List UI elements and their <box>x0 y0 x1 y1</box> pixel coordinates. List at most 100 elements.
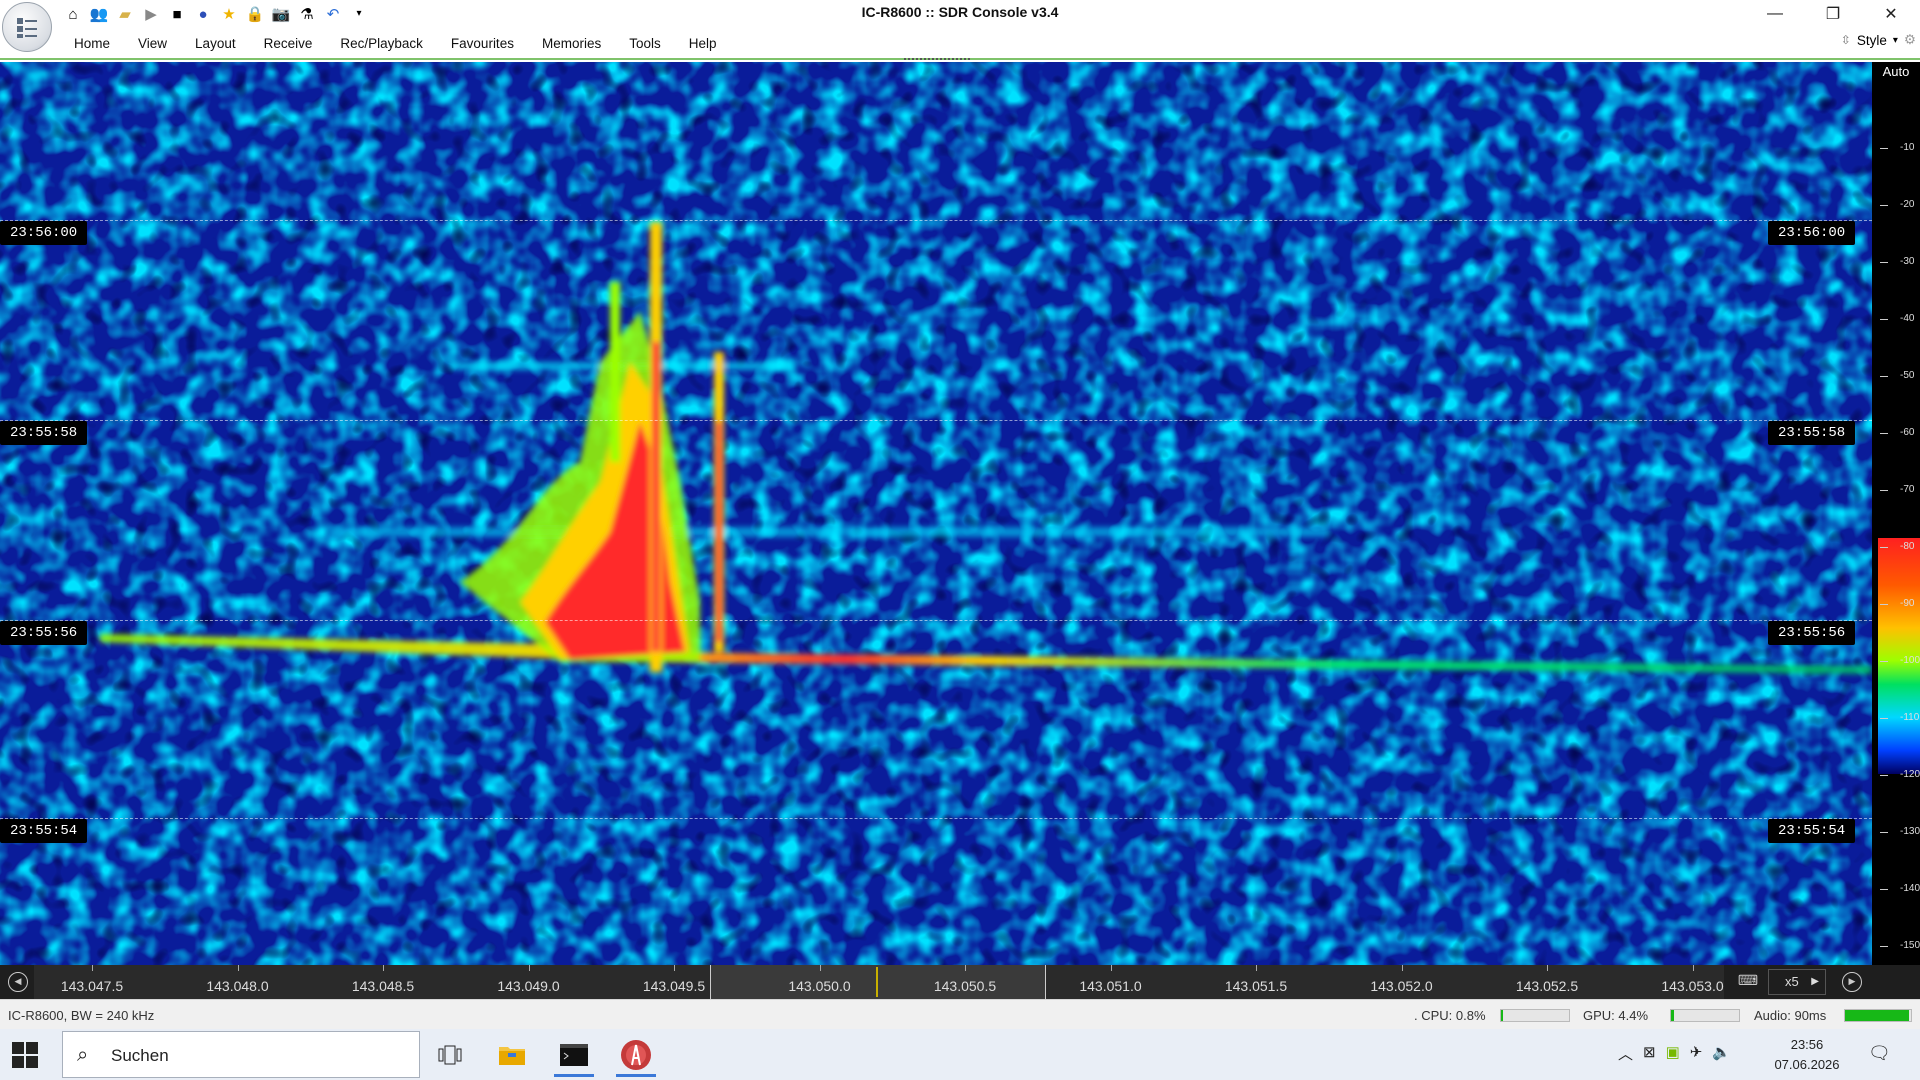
terminal-icon[interactable] <box>546 1032 602 1077</box>
db-tick-label: -150 <box>1900 940 1920 951</box>
audio-latency: Audio: 90ms <box>1754 1008 1827 1023</box>
search-icon: ⌕ <box>77 1044 89 1066</box>
db-tick-mark <box>1880 490 1888 491</box>
frequency-label: 143.052.0 <box>1370 978 1433 994</box>
menu-bar: Home View Layout Receive Rec/Playback Favouri… <box>0 28 1920 60</box>
zoom-select[interactable]: x5 ▶ <box>1768 969 1826 995</box>
style-area: ⇳ Style ▾ ⚙ <box>1841 32 1916 48</box>
menu-tab-tools[interactable]: Tools <box>615 33 675 55</box>
frequency-tick <box>1401 965 1403 971</box>
db-tick-label: -70 <box>1900 484 1915 495</box>
timestamp-label-right: 23:55:56 <box>1768 621 1856 645</box>
style-arrows-icon[interactable]: ⇳ <box>1841 33 1851 47</box>
frequency-label: 143.051.0 <box>1079 978 1142 994</box>
db-scale: Auto -10 -20 -30 -40 -50 -60 -70 -80 -90 -100 -110… <box>1872 62 1920 965</box>
scroll-right-icon[interactable]: ▶ <box>1842 972 1862 992</box>
windows-start-icon[interactable] <box>12 1042 38 1068</box>
db-tick-mark <box>1880 661 1888 662</box>
frequency-axis[interactable]: 143.047.5 143.048.0 143.048.5 143.049.0 143.… <box>34 965 1724 999</box>
chevron-up-icon[interactable]: ︿ <box>1618 1043 1633 1064</box>
db-tick-mark <box>1880 148 1888 149</box>
menu-tab-receive[interactable]: Receive <box>250 33 327 55</box>
waterfall-display[interactable] <box>0 62 1872 965</box>
timestamp-label-right: 23:55:54 <box>1768 819 1856 843</box>
frequency-tick <box>965 965 966 971</box>
chevron-down-icon[interactable]: ▾ <box>1893 35 1898 46</box>
menu-tab-help[interactable]: Help <box>675 33 731 55</box>
db-tick-mark <box>1880 433 1888 434</box>
db-tick-mark <box>1880 604 1888 605</box>
db-tick-label: -130 <box>1900 826 1920 837</box>
system-tray: ︿ ⊠ ▣ ✈ 🔈 <box>1618 1043 1731 1064</box>
frequency-label: 143.053.0 <box>1661 978 1724 994</box>
menu-tab-layout[interactable]: Layout <box>181 33 250 55</box>
style-label[interactable]: Style <box>1857 33 1887 48</box>
minimize-icon[interactable]: — <box>1746 0 1804 28</box>
db-tick-label: -20 <box>1900 199 1915 210</box>
close-icon[interactable]: ✕ <box>1862 0 1920 28</box>
zoom-arrow-icon: ▶ <box>1811 976 1819 987</box>
notification-icon[interactable]: 🗨 <box>1868 1043 1891 1064</box>
menu-tabs: Home View Layout Receive Rec/Playback Favouri… <box>60 33 731 55</box>
db-tick-label: -90 <box>1900 598 1915 609</box>
taskbar-clock[interactable]: 23:56 07.06.2026 <box>1770 1035 1844 1075</box>
time-grid-line <box>0 420 1872 421</box>
auto-scale-button[interactable]: Auto <box>1872 64 1920 79</box>
frequency-label: 143.050.5 <box>933 978 997 994</box>
task-view-icon[interactable] <box>422 1032 478 1077</box>
keyboard-icon[interactable]: ⌨ <box>1734 972 1762 992</box>
db-tick-label: -50 <box>1900 370 1915 381</box>
frequency-tick <box>674 965 675 971</box>
sdr-console-icon[interactable] <box>608 1032 664 1077</box>
db-tick-label: -30 <box>1900 256 1915 267</box>
frequency-tick <box>1547 965 1548 971</box>
frequency-tick <box>1256 965 1257 971</box>
frequency-tick <box>1692 965 1694 971</box>
taskbar-search[interactable]: ⌕ Suchen <box>62 1031 420 1078</box>
volume-icon[interactable]: 🔈 <box>1712 1043 1731 1064</box>
frequency-tick <box>528 965 530 971</box>
app-menu-button[interactable] <box>2 2 52 52</box>
db-tick-mark <box>1880 946 1888 947</box>
timestamp-label-right: 23:56:00 <box>1768 221 1856 245</box>
restore-icon[interactable]: ❐ <box>1804 0 1862 28</box>
cpu-meter <box>1500 1009 1570 1022</box>
frequency-label: 143.047.5 <box>60 978 124 994</box>
scroll-left-icon[interactable]: ◀ <box>8 972 28 992</box>
frequency-label: 143.051.5 <box>1224 978 1288 994</box>
menu-tab-view[interactable]: View <box>124 33 181 55</box>
frequency-label: 143.048.5 <box>351 978 415 994</box>
frequency-label: 143.049.0 <box>497 978 560 994</box>
search-placeholder: Suchen <box>111 1046 169 1065</box>
db-tick-label: -140 <box>1900 883 1920 894</box>
app-menu-icon <box>17 18 37 38</box>
db-tick-mark <box>1880 547 1888 548</box>
db-tick-label: -10 <box>1900 142 1915 153</box>
frequency-label: 143.048.0 <box>206 978 269 994</box>
gpu-usage: GPU: 4.4% <box>1583 1008 1649 1023</box>
file-explorer-icon[interactable] <box>484 1032 540 1077</box>
menu-tab-memories[interactable]: Memories <box>528 33 615 55</box>
timestamp-label-left: 23:55:58 <box>0 421 88 445</box>
gear-icon[interactable]: ⚙ <box>1904 32 1916 48</box>
cpu-usage: . CPU: 0.8% <box>1414 1008 1486 1023</box>
nvidia-icon[interactable]: ▣ <box>1666 1043 1680 1064</box>
timestamp-label-right: 23:55:58 <box>1768 421 1856 445</box>
db-tick-label: -110 <box>1900 712 1920 723</box>
menu-tab-rec-playback[interactable]: Rec/Playback <box>326 33 437 55</box>
menu-tab-home[interactable]: Home <box>60 33 124 55</box>
frequency-label: 143.052.5 <box>1515 978 1579 994</box>
frequency-bar: ◀ 143.047.5 143.048.0 143.048.5 143.049.0 14… <box>0 965 1920 999</box>
frequency-tick <box>237 965 239 971</box>
tuning-marker[interactable] <box>876 967 878 997</box>
audio-meter <box>1844 1009 1912 1022</box>
frequency-tick <box>92 965 93 971</box>
network-adapter-icon[interactable]: ⊠ <box>1643 1043 1656 1064</box>
ribbon-collapse-grip[interactable] <box>904 58 970 60</box>
db-tick-mark <box>1880 775 1888 776</box>
time-grid-line <box>0 818 1872 819</box>
menu-tab-favourites[interactable]: Favourites <box>437 33 528 55</box>
airplane-icon[interactable]: ✈ <box>1690 1043 1703 1064</box>
timestamp-label-left: 23:55:56 <box>0 621 88 645</box>
timestamp-label-left: 23:56:00 <box>0 221 88 245</box>
